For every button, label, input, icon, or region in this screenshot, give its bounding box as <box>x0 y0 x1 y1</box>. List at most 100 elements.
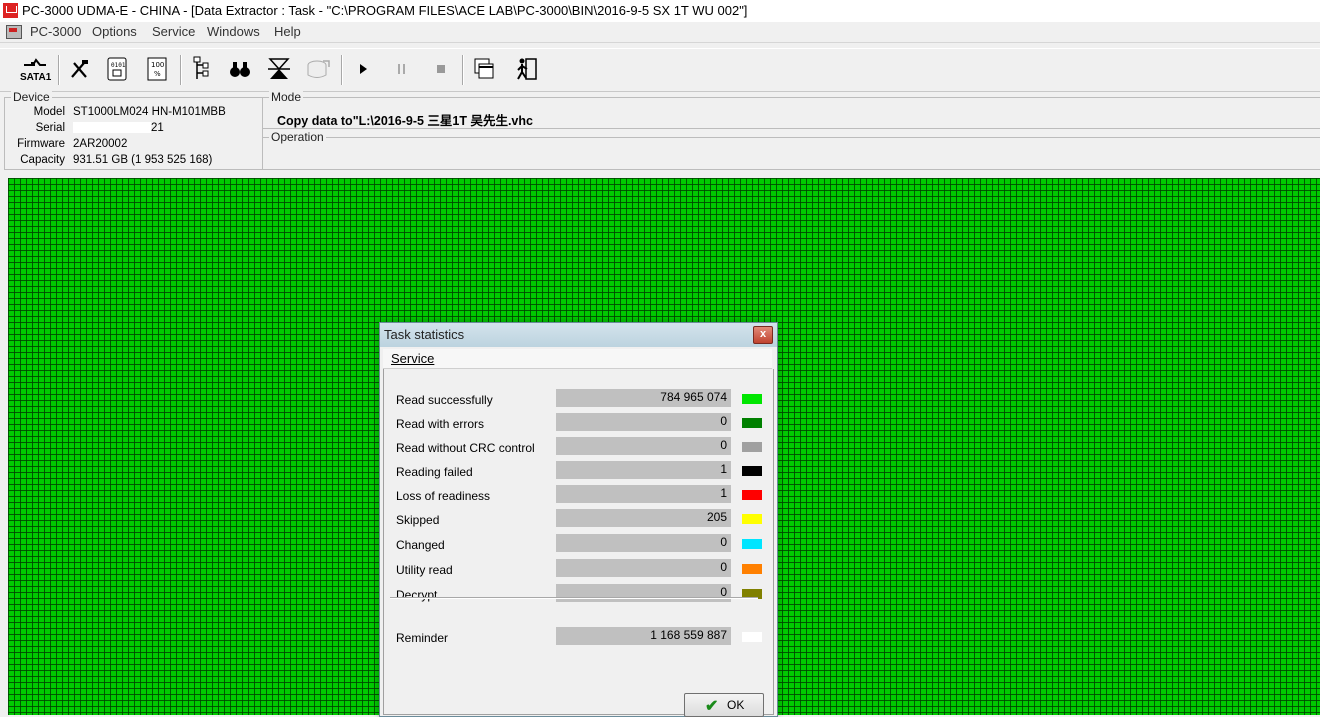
ok-label: OK <box>727 698 745 712</box>
mode-group: Mode Copy data to"L:\2016-9-5 三星1T 吴先生.v… <box>262 90 1320 129</box>
stat-row-reminder: Reminder 1 168 559 887 <box>384 627 773 647</box>
stat-label: Read without CRC control <box>396 441 535 455</box>
percent-button[interactable]: 100 % <box>142 53 172 85</box>
window-title: PC-3000 UDMA-E - CHINA - [Data Extractor… <box>22 3 748 18</box>
stat-value: 0 <box>720 560 727 574</box>
stat-value-box: 0 <box>556 584 731 602</box>
stat-value: 0 <box>720 414 727 428</box>
search-button[interactable] <box>225 53 255 85</box>
capacity-value: 931.51 GB (1 953 525 168) <box>73 154 213 166</box>
disk-button[interactable] <box>303 53 333 85</box>
stat-row-changed: Changed 0 <box>384 534 773 554</box>
operation-legend: Operation <box>269 130 326 144</box>
stat-row-read-successfully: Read successfully 784 965 074 <box>384 389 773 409</box>
stat-row-read-without-crc: Read without CRC control 0 <box>384 437 773 457</box>
toolbar-separator <box>58 55 60 85</box>
app-icon <box>3 3 18 18</box>
dialog-menu-service[interactable]: Service <box>391 351 434 366</box>
checkmark-icon: ✔ <box>705 698 719 715</box>
serial-tail: 21 <box>151 122 164 134</box>
color-swatch <box>742 539 762 549</box>
serial-label: Serial <box>35 122 65 134</box>
menu-pc3000[interactable]: PC-3000 <box>30 24 81 39</box>
device-legend: Device <box>11 90 52 104</box>
serial-mask <box>73 122 151 134</box>
stat-value-box: 0 <box>556 534 731 552</box>
color-swatch <box>742 418 762 428</box>
stat-value-box: 205 <box>556 509 731 527</box>
stacked-windows-icon <box>474 58 494 79</box>
svg-text:100: 100 <box>151 61 164 69</box>
task-statistics-dialog: Task statistics x Service Read successfu… <box>379 322 778 717</box>
menu-windows[interactable]: Windows <box>207 24 260 39</box>
title-bar: PC-3000 UDMA-E - CHINA - [Data Extractor… <box>0 0 1320 22</box>
stat-value: 784 965 074 <box>660 390 727 404</box>
capacity-label: Capacity <box>20 154 65 166</box>
close-icon[interactable]: x <box>753 326 773 344</box>
pause-button[interactable] <box>387 53 417 85</box>
windows-button[interactable] <box>469 53 499 85</box>
stat-label: Utility read <box>396 563 453 577</box>
pause-icon <box>398 64 405 74</box>
play-icon <box>360 64 367 74</box>
color-swatch <box>742 442 762 452</box>
serial-value: 21 <box>73 122 164 134</box>
stat-label: Decrypt <box>396 588 438 602</box>
dialog-body: Read successfully 784 965 074 Read with … <box>383 369 774 715</box>
pc3000-icon[interactable] <box>6 25 22 39</box>
tools-button[interactable] <box>64 53 94 85</box>
stat-row-skipped: Skipped 205 <box>384 509 773 529</box>
binoculars-icon <box>230 62 250 77</box>
hammer-wrench-icon <box>71 60 88 78</box>
extract-button[interactable] <box>264 53 294 85</box>
menu-options[interactable]: Options <box>92 24 137 39</box>
stat-value-box: 1 <box>556 461 731 479</box>
ok-button[interactable]: ✔ OK <box>684 693 764 717</box>
toolbar-separator <box>462 55 464 85</box>
color-swatch <box>742 632 762 642</box>
exit-button[interactable] <box>512 53 542 85</box>
color-swatch <box>742 466 762 476</box>
stat-value-box: 1 <box>556 485 731 503</box>
tree-structure-icon <box>193 56 209 79</box>
stat-value: 1 <box>720 486 727 500</box>
model-label: Model <box>33 106 65 118</box>
stat-label: Read successfully <box>396 393 493 407</box>
stat-label: Read with errors <box>396 417 485 431</box>
color-swatch <box>742 564 762 574</box>
stat-value: 1 <box>720 462 727 476</box>
stat-value: 0 <box>720 535 727 549</box>
color-swatch <box>742 514 762 524</box>
stat-row-utility-read: Utility read 0 <box>384 559 773 579</box>
binary-button[interactable]: 0101 <box>102 53 132 85</box>
stat-row-loss-of-readiness: Loss of readiness 1 <box>384 485 773 505</box>
mode-legend: Mode <box>269 90 304 104</box>
disk-arrow-icon <box>307 60 330 78</box>
stop-icon <box>437 65 445 73</box>
menu-help[interactable]: Help <box>274 24 301 39</box>
stat-row-reading-failed: Reading failed 1 <box>384 461 773 481</box>
model-value: ST1000LM024 HN-M101MBB <box>73 106 226 118</box>
hourglass-stack-icon <box>268 58 290 79</box>
dialog-title-bar[interactable]: Task statistics x <box>380 323 777 347</box>
firmware-value: 2AR20002 <box>73 138 128 150</box>
svg-text:%: % <box>154 70 161 78</box>
menu-bar: PC-3000 Options Service Windows Help <box>0 22 1320 43</box>
binary-document-icon: 0101 <box>107 57 127 81</box>
toolbar-separator <box>341 55 343 85</box>
menu-service[interactable]: Service <box>152 24 195 39</box>
stat-value-box: 0 <box>556 413 731 431</box>
stat-value-box: 1 168 559 887 <box>556 627 731 645</box>
stat-value-box: 0 <box>556 559 731 577</box>
percent-document-icon: 100 % <box>147 57 167 81</box>
dialog-title: Task statistics <box>384 327 465 342</box>
device-group: Device Model ST1000LM024 HN-M101MBB Seri… <box>4 90 263 170</box>
tree-button[interactable] <box>186 53 216 85</box>
stop-button[interactable] <box>426 53 456 85</box>
sata-port-button[interactable]: SATA1 <box>20 53 52 85</box>
play-button[interactable] <box>348 53 378 85</box>
exit-door-icon <box>517 58 537 80</box>
sata-label: SATA1 <box>20 72 52 83</box>
stat-label: Skipped <box>396 513 440 527</box>
stat-value: 205 <box>706 510 727 524</box>
